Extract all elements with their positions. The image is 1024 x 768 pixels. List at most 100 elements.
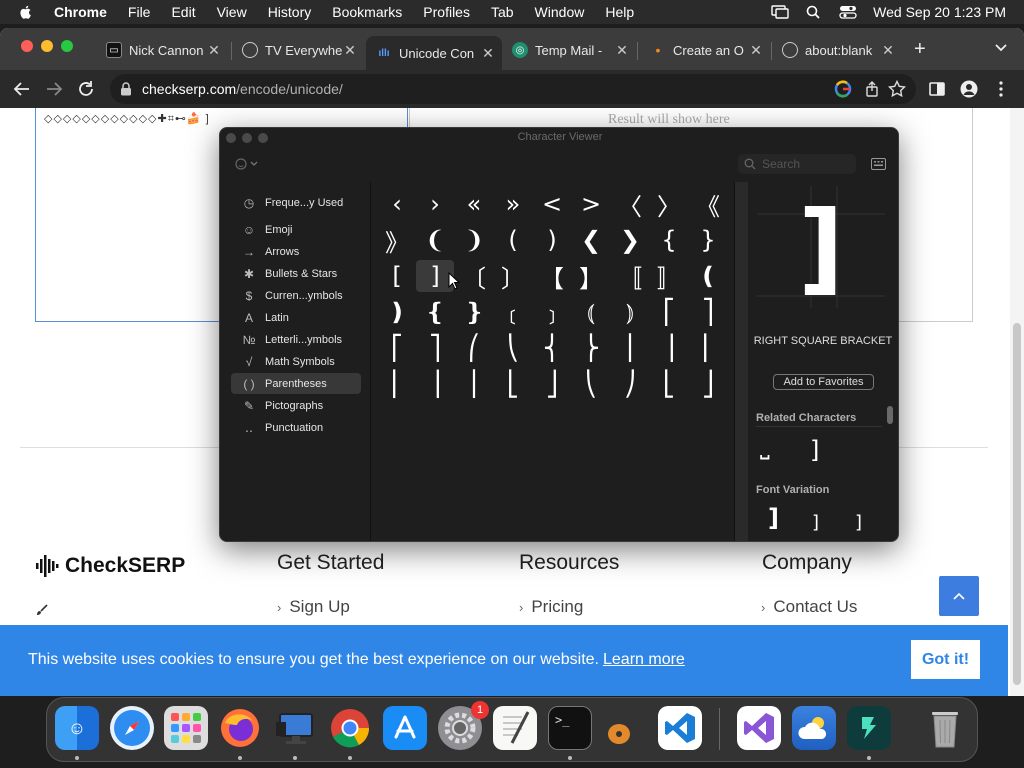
close-window-button[interactable] — [21, 40, 33, 52]
category-arrows[interactable]: → Arrows — [231, 241, 361, 262]
character-cell[interactable]: 《 — [689, 188, 727, 221]
character-cell[interactable]: ⎪ — [611, 332, 649, 364]
category-emoji[interactable]: ☺ Emoji — [231, 219, 361, 240]
menu-profiles[interactable]: Profiles — [423, 4, 470, 20]
menu-bookmarks[interactable]: Bookmarks — [332, 4, 402, 20]
learn-more-link[interactable]: Learn more — [603, 651, 685, 668]
tab-about-blank[interactable]: about:blank ✕ — [772, 36, 902, 64]
character-cell[interactable]: 〚 — [611, 260, 649, 293]
page-scrollbar-thumb[interactable] — [1013, 323, 1021, 685]
character-cell[interactable]: « — [455, 188, 493, 220]
menu-file[interactable]: File — [128, 4, 151, 20]
maximize-window-button[interactable] — [61, 40, 73, 52]
safari-icon[interactable] — [110, 706, 154, 750]
category-letterlike-symbols[interactable]: № Letterli...ymbols — [231, 329, 361, 350]
related-char[interactable]: ⎵ — [760, 432, 770, 460]
close-tab-icon[interactable]: ✕ — [206, 42, 222, 59]
character-cell[interactable]: ⎛ — [455, 332, 493, 364]
character-cell[interactable]: ❵ — [455, 296, 493, 328]
new-tab-icon[interactable]: + — [914, 38, 934, 61]
category-math-symbols[interactable]: √ Math Symbols — [231, 351, 361, 372]
side-panel-icon[interactable] — [928, 80, 946, 98]
tab-search-chevron-icon[interactable] — [994, 40, 1008, 54]
firefox-icon[interactable] — [218, 706, 262, 750]
character-cell[interactable]: > — [572, 188, 610, 220]
terminal-icon[interactable]: >_ — [548, 706, 592, 750]
menubar-clock[interactable]: Wed Sep 20 1:23 PM — [873, 4, 1006, 20]
google-lens-icon[interactable] — [834, 80, 852, 98]
add-to-favorites-button[interactable]: Add to Favorites — [773, 374, 874, 390]
scroll-to-top-button[interactable] — [939, 576, 979, 616]
character-cell[interactable]: 〕 — [494, 260, 532, 293]
profile-avatar-icon[interactable] — [960, 80, 978, 98]
category-punctuation[interactable]: ‥ Punctuation — [231, 417, 361, 438]
apple-icon[interactable] — [18, 4, 34, 20]
app-store-icon[interactable] — [383, 706, 427, 750]
reload-icon[interactable] — [76, 79, 96, 99]
character-cell[interactable]: ﹞ — [533, 296, 571, 329]
character-cell[interactable]: ❫ — [378, 296, 416, 328]
character-cell[interactable]: ❪ — [689, 260, 727, 292]
character-cell[interactable]: ⎦ — [689, 368, 727, 400]
character-cell[interactable]: ⎪ — [455, 368, 493, 400]
character-cell[interactable]: ⎨ — [533, 332, 571, 364]
menu-window[interactable]: Window — [535, 4, 585, 20]
emoji-selector-icon[interactable] — [235, 157, 263, 171]
category-latin[interactable]: A Latin — [231, 307, 361, 328]
character-cell[interactable]: 】 — [572, 260, 610, 293]
viewer-search-input[interactable]: Search — [738, 154, 856, 174]
character-cell[interactable]: ❯ — [611, 224, 649, 256]
textedit-icon[interactable] — [493, 706, 537, 750]
category-frequently-used[interactable]: ◷ Freque...y Used — [231, 192, 361, 213]
tab-tv-everywhere[interactable]: TV Everywhe ✕ — [232, 36, 364, 64]
spotlight-search-icon[interactable] — [805, 5, 823, 19]
lock-icon[interactable] — [120, 82, 132, 96]
category-currency-symbols[interactable]: $ Curren...ymbols — [231, 285, 361, 306]
close-tab-icon[interactable]: ✕ — [880, 42, 896, 59]
character-cell[interactable]: ❩ — [455, 224, 493, 256]
finder-icon[interactable]: ☺ — [55, 706, 99, 750]
control-center-icon[interactable] — [839, 5, 857, 19]
character-cell[interactable]: ⦅ — [572, 296, 610, 328]
character-cell[interactable]: ⎥ — [416, 368, 454, 400]
menu-history[interactable]: History — [268, 4, 312, 20]
character-cell[interactable]: ❨ — [416, 224, 454, 256]
character-cell[interactable]: › — [416, 188, 454, 220]
back-arrow-icon[interactable] — [12, 79, 32, 99]
vscode-icon[interactable] — [658, 706, 702, 750]
character-cell[interactable]: ⎥ — [650, 332, 688, 364]
character-cell[interactable]: 》 — [378, 224, 416, 257]
detail-scrollbar-thumb[interactable] — [887, 406, 893, 424]
character-cell[interactable]: ) — [533, 224, 571, 256]
tab-nick-cannon[interactable]: ▭ Nick Cannon ✕ — [96, 36, 228, 64]
keyboard-view-icon[interactable] — [871, 158, 886, 170]
remote-desktop-icon[interactable] — [273, 706, 317, 750]
menu-edit[interactable]: Edit — [171, 4, 195, 20]
menu-tab[interactable]: Tab — [491, 4, 514, 20]
tab-create-account[interactable]: • Create an O ✕ — [640, 36, 770, 64]
filmora-icon[interactable] — [847, 706, 891, 750]
address-bar[interactable]: checkserp.com/encode/unicode/ — [110, 74, 916, 104]
close-tab-icon[interactable]: ✕ — [748, 42, 764, 59]
font-variation-char[interactable]: ] — [768, 504, 779, 532]
character-cell[interactable]: 〈 — [611, 188, 649, 221]
character-cell[interactable]: 【 — [533, 260, 571, 293]
character-cell[interactable]: ⎦ — [533, 368, 571, 400]
close-tab-icon[interactable]: ✕ — [342, 42, 358, 59]
kebab-menu-icon[interactable] — [992, 80, 1010, 98]
character-cell[interactable]: ❴ — [416, 296, 454, 328]
character-cell[interactable]: ⎠ — [611, 368, 649, 400]
chrome-icon[interactable] — [328, 706, 372, 750]
footer-link-pricing[interactable]: › Pricing — [519, 597, 583, 617]
minimize-window-button[interactable] — [41, 40, 53, 52]
character-cell[interactable]: { — [650, 224, 688, 256]
font-variation-char[interactable]: ] — [812, 512, 819, 533]
character-cell[interactable]: ⎝ — [494, 332, 532, 364]
footer-link-contact-us[interactable]: › Contact Us — [761, 597, 857, 617]
weather-icon[interactable] — [792, 706, 836, 750]
visual-studio-icon[interactable] — [737, 706, 781, 750]
tab-unicode-converter[interactable]: ıllı Unicode Con ✕ — [366, 36, 502, 70]
character-cell[interactable]: ❮ — [572, 224, 610, 256]
character-cell[interactable]: » — [494, 188, 532, 220]
character-cell[interactable]: ⎤ — [689, 296, 727, 328]
